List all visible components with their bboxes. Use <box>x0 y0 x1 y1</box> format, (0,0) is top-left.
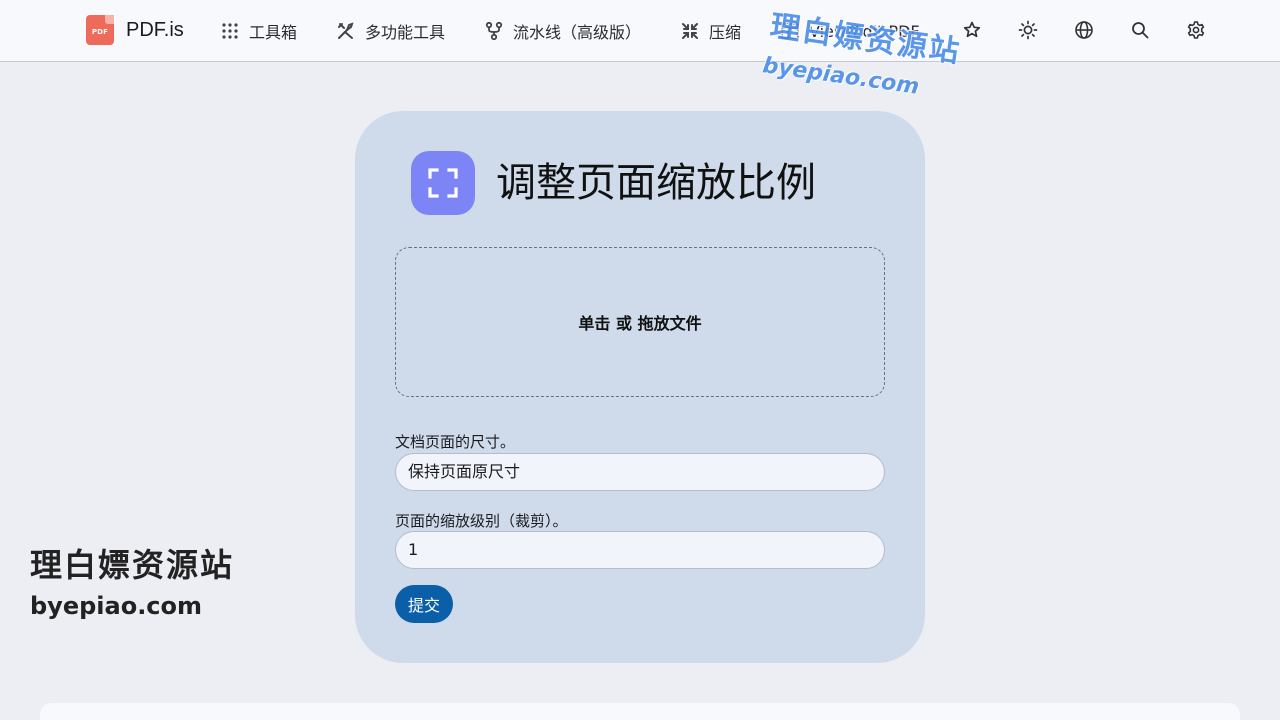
sun-icon <box>1018 20 1038 40</box>
dropzone-label: 单击 或 拖放文件 <box>578 314 702 333</box>
settings-button[interactable] <box>1184 18 1208 42</box>
nav-item-label: 压缩 <box>709 23 742 42</box>
brand-link[interactable]: PDF PDF.is <box>86 14 184 46</box>
page-size-select[interactable]: 保持页面原尺寸 <box>395 453 885 491</box>
scale-label: 页面的缩放级别（裁剪）。 <box>395 512 568 530</box>
search-icon <box>1132 22 1149 39</box>
page-title: 调整页面缩放比例 <box>496 160 816 206</box>
fullscreen-frame-icon <box>428 168 458 198</box>
nav-item-multi-tool[interactable]: 多功能工具 <box>336 18 445 44</box>
search-button[interactable] <box>1128 18 1152 42</box>
top-navbar: PDF PDF.is 工具箱 多功能工具 流水线（高级版） 压缩 View/Ed… <box>0 0 1280 62</box>
language-button[interactable] <box>1072 18 1096 42</box>
tool-card: 调整页面缩放比例 单击 或 拖放文件 文档页面的尺寸。 保持页面原尺寸 页面的缩… <box>355 111 925 663</box>
nav-item-toolbox[interactable]: 工具箱 <box>220 18 297 44</box>
pipeline-icon <box>485 21 503 41</box>
file-dropzone[interactable]: 单击 或 拖放文件 <box>395 247 885 397</box>
tool-icon <box>411 151 475 215</box>
page-size-label: 文档页面的尺寸。 <box>395 433 516 451</box>
globe-icon <box>1075 21 1093 39</box>
scale-input[interactable]: 1 <box>395 531 885 569</box>
gear-icon <box>1187 21 1205 39</box>
theme-toggle-button[interactable] <box>1016 18 1040 42</box>
submit-button[interactable]: 提交 <box>395 585 453 623</box>
brand-name: PDF.is <box>126 18 184 41</box>
watermark-url: byepiao.com <box>30 592 203 620</box>
footer-panel <box>40 703 1240 720</box>
compress-icon <box>682 23 698 39</box>
pdf-logo-icon: PDF <box>86 15 114 45</box>
nav-item-label: 多功能工具 <box>365 23 446 42</box>
nav-item-compress[interactable]: 压缩 <box>680 18 741 44</box>
nav-item-label: 工具箱 <box>249 23 298 42</box>
star-icon <box>963 21 981 38</box>
nav-item-pipeline[interactable]: 流水线（高级版） <box>484 18 641 44</box>
tools-icon <box>338 22 354 39</box>
grid-dots-icon <box>222 23 238 39</box>
watermark-text: 理白嫖资源站 <box>30 546 235 584</box>
nav-item-label: 流水线（高级版） <box>513 23 642 42</box>
